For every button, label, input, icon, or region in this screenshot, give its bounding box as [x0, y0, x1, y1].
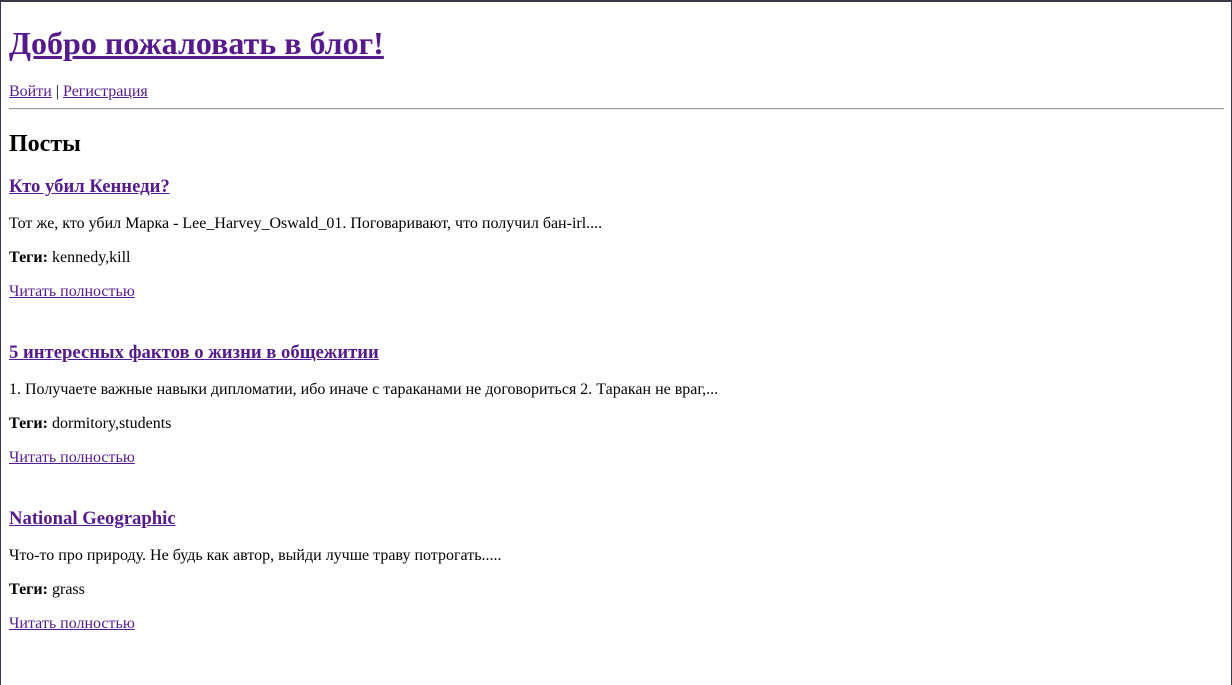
login-link[interactable]: Войти [9, 83, 52, 100]
header-divider [9, 108, 1224, 110]
post-title-link[interactable]: Кто убил Кеннеди? [9, 176, 170, 197]
post-item: 5 интересных фактов о жизни в общежитии … [9, 342, 1224, 467]
tags-label: Теги: [9, 249, 52, 266]
read-more-row: Читать полностью [9, 615, 1224, 633]
post-tags: Теги: grass [9, 581, 1224, 599]
post-title-link[interactable]: 5 интересных фактов о жизни в общежитии [9, 342, 379, 363]
nav-separator: | [55, 83, 63, 100]
tags-value: dormitory,students [51, 415, 172, 432]
register-link[interactable]: Регистрация [63, 83, 148, 100]
read-more-link[interactable]: Читать полностью [9, 615, 135, 632]
post-excerpt: 1. Получаете важные навыки дипломатии, и… [9, 381, 719, 398]
tags-value: grass [51, 581, 85, 598]
tags-value: kennedy,kill [51, 249, 131, 266]
read-more-row: Читать полностью [9, 283, 1224, 301]
post-excerpt: Тот же, кто убил Марка - Lee_Harvey_Oswa… [9, 215, 603, 232]
post-item: Кто убил Кеннеди? Тот же, кто убил Марка… [9, 176, 1224, 301]
post-tags: Теги: kennedy,kill [9, 249, 1224, 267]
tags-label: Теги: [9, 415, 52, 432]
read-more-link[interactable]: Читать полностью [9, 449, 135, 466]
posts-heading: Посты [9, 131, 81, 157]
home-link[interactable]: Добро пожаловать в блог! [9, 25, 384, 61]
post-title: Кто убил Кеннеди? [9, 176, 1224, 198]
post-tags: Теги: dormitory,students [9, 415, 1224, 433]
post-title: National Geographic [9, 508, 1224, 530]
auth-nav: Войти | Регистрация [9, 83, 1224, 101]
tags-label: Теги: [9, 581, 52, 598]
page: Добро пожаловать в блог! Войти | Регистр… [1, 25, 1231, 633]
post-title: 5 интересных фактов о жизни в общежитии [9, 342, 1224, 364]
post-title-link[interactable]: National Geographic [9, 508, 176, 529]
page-title: Добро пожаловать в блог! [9, 25, 1224, 62]
post-excerpt: Что-то про природу. Не будь как автор, в… [9, 547, 502, 564]
post-item: National Geographic Что-то про природу. … [9, 508, 1224, 633]
read-more-link[interactable]: Читать полностью [9, 283, 135, 300]
read-more-row: Читать полностью [9, 449, 1224, 467]
